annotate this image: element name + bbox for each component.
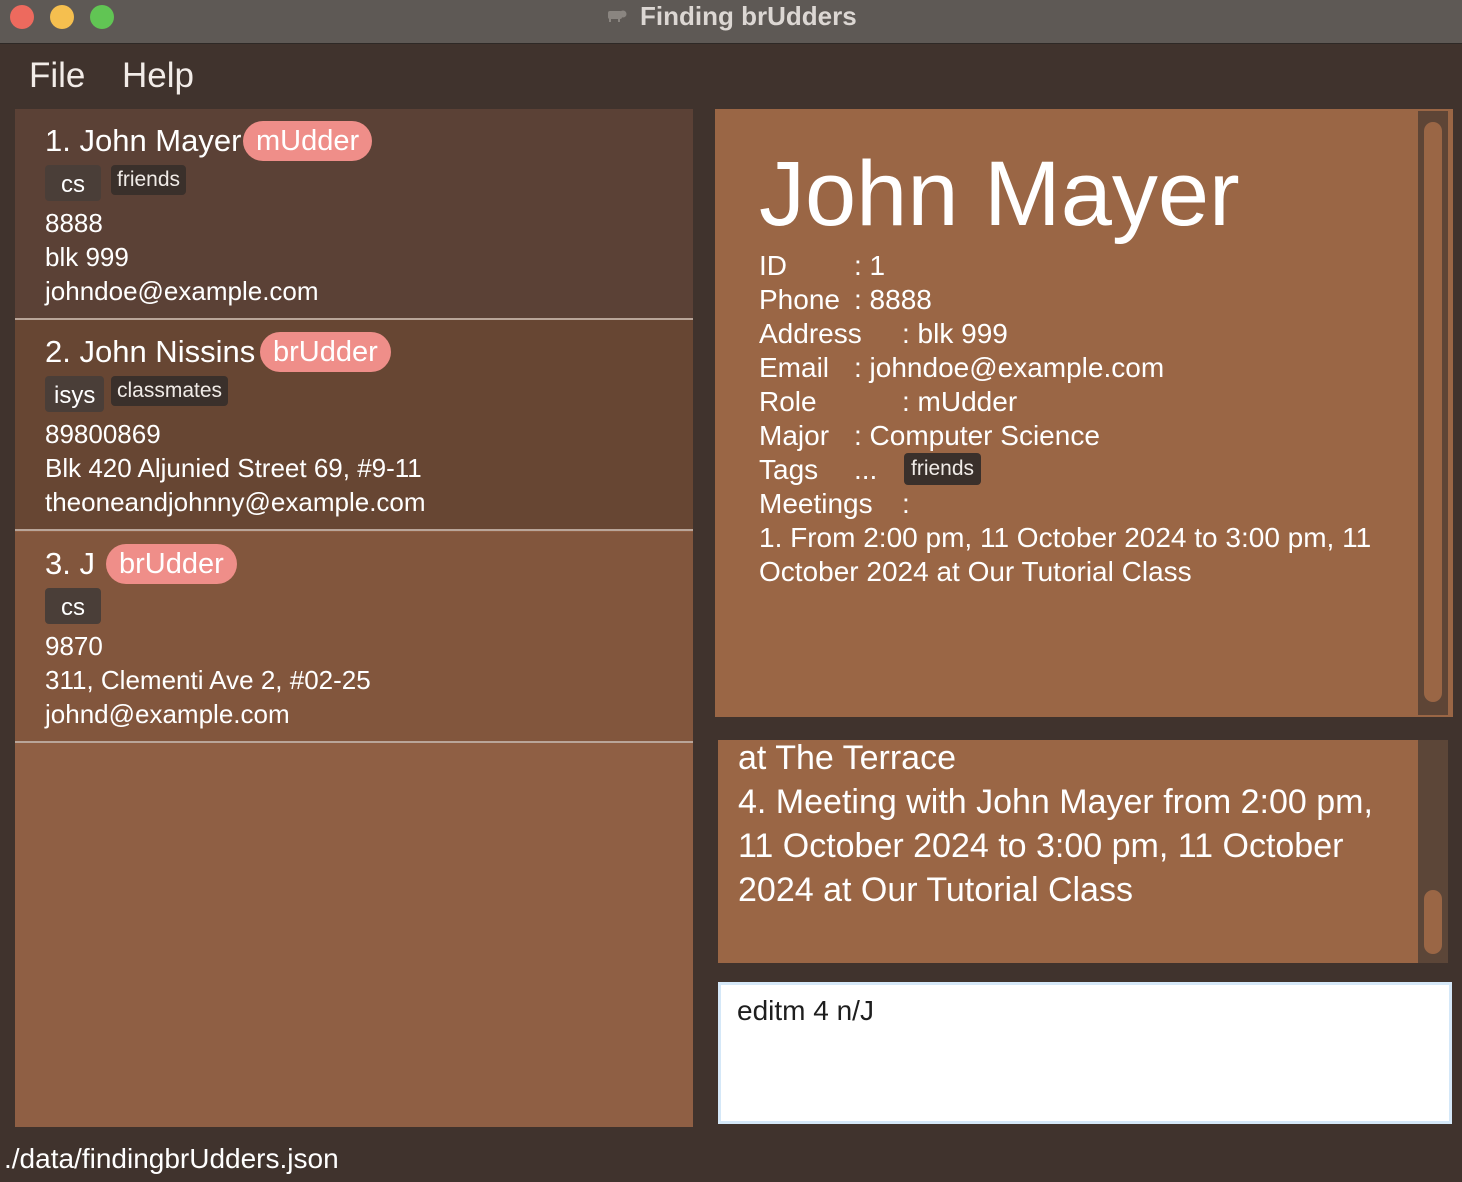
minimize-window-button[interactable] (50, 5, 74, 29)
detail-value-major: : Computer Science (854, 420, 1100, 451)
result-display: at The Terrace 4. Meeting with John Maye… (718, 740, 1418, 963)
person-phone: 89800869 (45, 419, 161, 449)
major-chip: cs (45, 165, 101, 201)
person-email: johndoe@example.com (45, 276, 319, 306)
person-address: blk 999 (45, 242, 129, 272)
detail-label-major: Major (759, 420, 830, 451)
detail-label-role: Role (759, 386, 817, 417)
meeting-item: 1. From 2:00 pm, 11 October 2024 to 3:00… (759, 522, 1372, 587)
detail-label-phone: Phone (759, 284, 840, 315)
tag-chip: friends (904, 453, 982, 485)
person-list[interactable]: 1. John Mayer mUdder cs friends 8888 blk… (15, 109, 693, 1127)
command-input[interactable]: editm 4 n/J (718, 982, 1452, 1124)
person-detail-panel: John Mayer ID : 1 Phone : 8888 Address :… (715, 109, 1453, 717)
detail-label-email: Email (759, 352, 830, 383)
role-badge: brUdder (106, 544, 237, 584)
person-address: Blk 420 Aljunied Street 69, #9-11 (45, 453, 422, 483)
person-name: 3. J (45, 546, 95, 581)
tag-chip: friends (111, 165, 187, 195)
person-card-2[interactable]: 2. John Nissins brUdder isys classmates … (15, 320, 693, 531)
detail-value-role: : mUdder (902, 386, 1018, 417)
detail-value-email: : johndoe@example.com (854, 352, 1165, 383)
person-name: 2. John Nissins (45, 334, 256, 369)
title-bar: Finding brUdders (0, 0, 1462, 44)
result-text: at The Terrace 4. Meeting with John Maye… (738, 740, 1408, 912)
detail-scrollbar-thumb[interactable] (1424, 122, 1442, 702)
person-phone: 9870 (45, 631, 103, 661)
detail-value-address: : blk 999 (902, 318, 1008, 349)
person-name: 1. John Mayer (45, 123, 242, 158)
detail-value-phone: : 8888 (854, 284, 932, 315)
detail-label-meetings: Meetings (759, 488, 873, 519)
person-card-1[interactable]: 1. John Mayer mUdder cs friends 8888 blk… (15, 109, 693, 320)
result-line: 4. Meeting with John Mayer from 2:00 pm,… (738, 783, 1373, 909)
role-badge: mUdder (243, 121, 373, 161)
result-scrollbar-thumb[interactable] (1424, 890, 1442, 954)
role-badge: brUdder (260, 332, 391, 372)
detail-value-id: : 1 (854, 250, 886, 281)
person-address: 311, Clementi Ave 2, #02-25 (45, 665, 371, 695)
major-chip: isys (45, 376, 105, 412)
detail-value-meetings: : (902, 488, 910, 519)
close-window-button[interactable] (10, 5, 34, 29)
detail-name: John Mayer (759, 143, 1240, 245)
menu-file[interactable]: File (29, 54, 85, 98)
status-bar-path: ./data/findingbrUdders.json (4, 1143, 339, 1174)
detail-value-tags: ... (854, 454, 878, 485)
maximize-window-button[interactable] (90, 5, 114, 29)
cow-icon (608, 10, 627, 22)
menu-help[interactable]: Help (122, 54, 194, 98)
tag-chip: classmates (111, 376, 229, 406)
person-card-3[interactable]: 3. J brUdder cs 9870 311, Clementi Ave 2… (15, 532, 693, 743)
person-phone: 8888 (45, 208, 103, 238)
detail-label-id: ID (759, 250, 787, 281)
result-line: at The Terrace (738, 740, 956, 777)
detail-label-tags: Tags (759, 454, 819, 485)
window-title: Finding brUdders (640, 1, 857, 31)
command-input-text[interactable]: editm 4 n/J (737, 993, 874, 1029)
person-email: theoneandjohnny@example.com (45, 487, 426, 517)
person-email: johnd@example.com (45, 699, 290, 729)
major-chip: cs (45, 588, 101, 624)
detail-label-address: Address (759, 318, 862, 349)
